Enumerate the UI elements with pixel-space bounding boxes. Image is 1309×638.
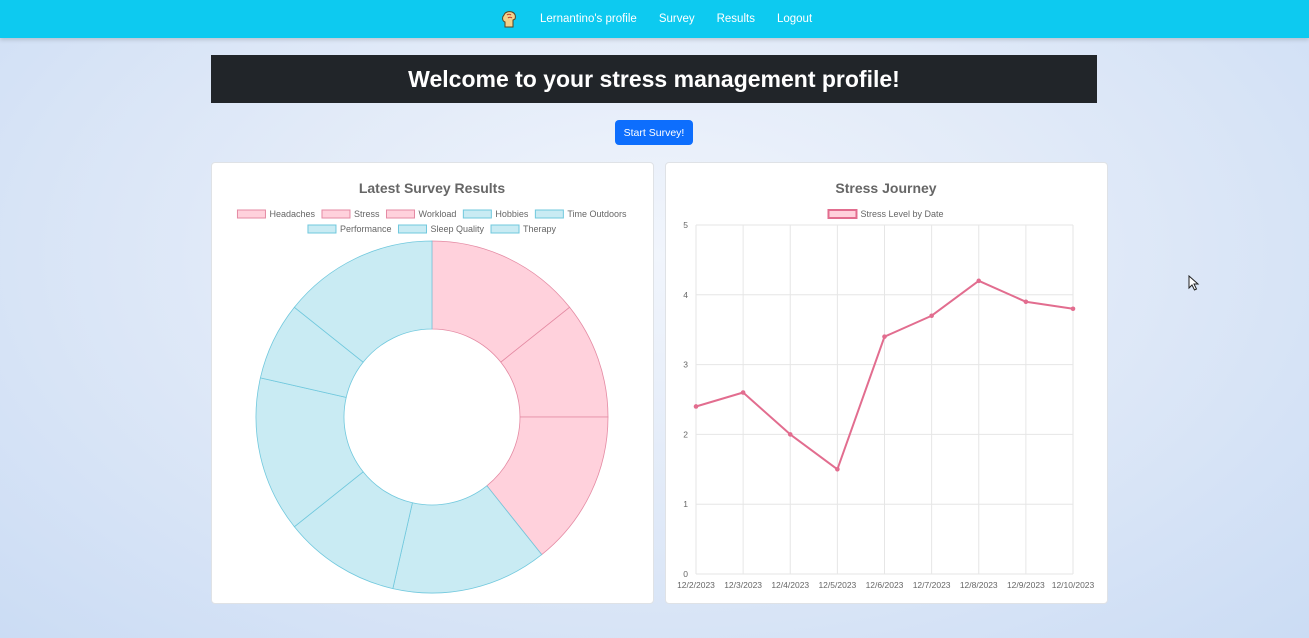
data-point[interactable]	[882, 334, 887, 339]
x-tick-label: 12/4/2023	[771, 580, 809, 590]
x-tick-label: 12/5/2023	[818, 580, 856, 590]
survey-results-card: Latest Survey Results Headaches Stress Work…	[211, 162, 654, 604]
y-tick-label: 4	[683, 290, 688, 300]
legend-label[interactable]: Performance	[340, 224, 392, 234]
nav-profile-link[interactable]: Lernantino's profile	[540, 13, 637, 25]
y-tick-label: 5	[683, 220, 688, 230]
data-point[interactable]	[1023, 299, 1029, 305]
data-point[interactable]	[976, 278, 982, 284]
nav-logout-link[interactable]: Logout	[777, 13, 812, 25]
data-point[interactable]	[929, 313, 934, 319]
y-tick-label: 1	[683, 499, 688, 509]
nav-survey-link[interactable]: Survey	[659, 13, 695, 25]
data-point[interactable]	[1070, 306, 1076, 312]
legend-label[interactable]: Time Outdoors	[567, 209, 627, 219]
data-point[interactable]	[835, 467, 840, 472]
y-tick-label: 3	[683, 360, 688, 370]
legend-label[interactable]: Workload	[418, 209, 456, 219]
navbar: Lernantino's profile Survey Results Logo…	[0, 0, 1309, 38]
legend-swatch[interactable]	[307, 224, 337, 234]
legend-swatch[interactable]	[827, 209, 858, 219]
start-survey-button[interactable]: Start Survey!	[615, 120, 693, 145]
survey-chart-title: Latest Survey Results	[359, 180, 505, 196]
data-point[interactable]	[740, 390, 746, 395]
legend-label[interactable]: Hobbies	[495, 209, 529, 219]
page-title: Welcome to your stress management profil…	[408, 65, 900, 92]
legend-swatch[interactable]	[385, 209, 415, 219]
x-tick-label: 12/8/2023	[960, 580, 998, 590]
legend-swatch[interactable]	[397, 224, 427, 234]
x-tick-label: 12/9/2023	[1007, 580, 1045, 590]
data-point[interactable]	[787, 432, 793, 437]
x-tick-label: 12/7/2023	[913, 580, 951, 590]
x-tick-label: 12/2/2023	[677, 580, 715, 590]
x-tick-label: 12/10/2023	[1052, 580, 1095, 590]
y-tick-label: 2	[683, 429, 688, 439]
y-tick-label: 0	[683, 569, 688, 579]
nav-results-link[interactable]: Results	[717, 13, 755, 25]
legend-swatch[interactable]	[321, 209, 351, 219]
welcome-banner: Welcome to your stress management profil…	[211, 55, 1097, 103]
stress-journey-chart: Stress Journey Stress Level by Date 0 1 2 3 4 5…	[677, 180, 1095, 590]
legend-label[interactable]: Sleep Quality	[430, 224, 484, 234]
brain-fist-icon[interactable]	[498, 8, 520, 30]
legend-label[interactable]: Headaches	[269, 209, 315, 219]
legend-swatch[interactable]	[462, 209, 492, 219]
mouse-cursor-icon	[1188, 275, 1200, 291]
x-tick-label: 12/6/2023	[866, 580, 904, 590]
legend-swatch[interactable]	[490, 224, 520, 234]
stress-journey-card: Stress Journey Stress Level by Date 0 1 2 3 4 5…	[665, 162, 1108, 604]
legend-label[interactable]: Stress Level by Date	[860, 209, 943, 219]
legend-swatch[interactable]	[534, 209, 564, 219]
x-tick-label: 12/3/2023	[724, 580, 762, 590]
data-point[interactable]	[693, 404, 699, 409]
stress-chart-title: Stress Journey	[835, 180, 936, 196]
nav-menu: Lernantino's profile Survey Results Logo…	[498, 0, 834, 38]
legend-label[interactable]: Therapy	[523, 224, 557, 234]
legend-label[interactable]: Stress	[354, 209, 380, 219]
legend-swatch[interactable]	[236, 209, 266, 219]
survey-results-chart: Latest Survey Results Headaches Stress Work…	[236, 180, 627, 594]
